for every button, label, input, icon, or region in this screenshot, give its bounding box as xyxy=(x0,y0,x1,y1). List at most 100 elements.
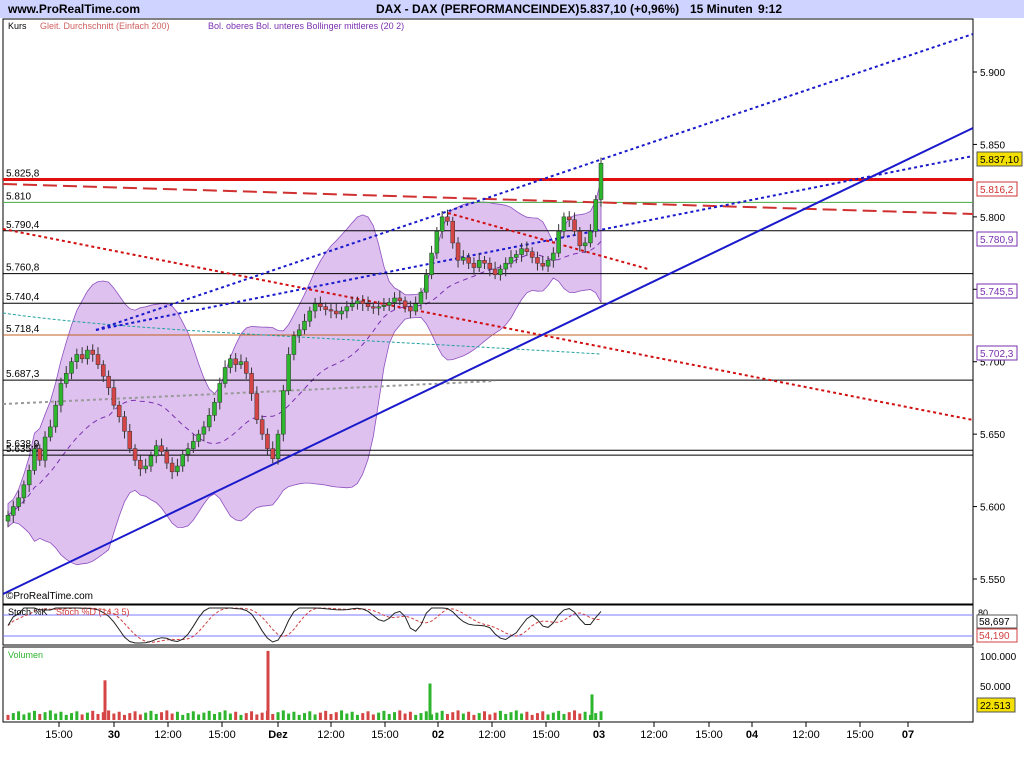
candle-body xyxy=(340,311,344,314)
candle-body xyxy=(128,431,132,448)
volume-bar xyxy=(499,711,502,720)
volume-bar xyxy=(245,713,248,720)
candle-body xyxy=(80,354,84,358)
volume-bar xyxy=(600,711,603,720)
volume-bar xyxy=(224,710,227,720)
candle-body xyxy=(419,292,423,304)
volume-bar xyxy=(44,712,47,720)
time-tick-label: 30 xyxy=(108,729,120,741)
candle-body xyxy=(588,231,592,243)
candle-body xyxy=(165,452,169,464)
volume-bar xyxy=(568,712,571,720)
value-box-last: 5.837,10 xyxy=(977,152,1022,166)
candle-body xyxy=(281,391,285,434)
volume-bar xyxy=(345,714,348,720)
candle-body xyxy=(212,402,216,415)
candle-body xyxy=(70,362,74,374)
volume-bar xyxy=(356,715,359,720)
candle-body xyxy=(22,485,26,498)
candle-body xyxy=(313,304,317,311)
candle-body xyxy=(514,255,518,258)
candle-body xyxy=(234,359,238,365)
candle-body xyxy=(271,449,275,459)
volume-bar xyxy=(483,711,486,720)
volume-bar xyxy=(509,712,512,720)
candle-body xyxy=(64,373,68,383)
volume-bar xyxy=(292,712,295,720)
volume-bar xyxy=(335,712,338,720)
volume-bar xyxy=(160,712,163,720)
svg-text:5.816,2: 5.816,2 xyxy=(980,185,1014,196)
candle-body xyxy=(75,354,79,361)
candle-body xyxy=(509,257,513,263)
volume-bar xyxy=(419,713,422,720)
volume-bar xyxy=(451,712,454,720)
bollinger-legend: Bol. oberes Bol. unteres Bollinger mittl… xyxy=(208,21,404,31)
volume-bar xyxy=(181,715,184,720)
volume-bar xyxy=(435,713,438,720)
volume-bar xyxy=(192,711,195,720)
volume-bar xyxy=(351,712,354,720)
candle-body xyxy=(535,257,539,263)
svg-text:54,190: 54,190 xyxy=(979,631,1010,642)
candle-body xyxy=(440,217,444,231)
volume-bar xyxy=(303,713,306,720)
time-tick-label: 15:00 xyxy=(532,729,560,741)
candle-body xyxy=(43,437,47,460)
candle-body xyxy=(451,221,455,243)
volume-spike-bar xyxy=(267,651,270,720)
candle-body xyxy=(361,301,365,304)
stoch-label-d: Stoch %D (14 3 5) xyxy=(56,607,130,617)
level-label: 5.825,8 xyxy=(6,168,40,179)
time-axis: 15:003012:0015:00Dez12:0015:000212:0015:… xyxy=(45,722,914,741)
candle-body xyxy=(477,260,481,267)
chart-title: DAX - DAX (PERFORMANCEINDEX) xyxy=(376,2,579,16)
volume-bar xyxy=(255,714,258,720)
time-tick-label: 03 xyxy=(593,729,605,741)
volume-bar xyxy=(171,714,174,720)
candle-body xyxy=(308,311,312,321)
volume-bar xyxy=(97,714,100,720)
candle-body xyxy=(218,383,222,402)
price-axis: 5.9005.8505.8005.7505.7005.6505.6005.550 xyxy=(973,68,1005,586)
volume-bar xyxy=(144,713,147,720)
volume-bar xyxy=(112,714,115,720)
level-label: 5.790,4 xyxy=(6,220,40,231)
volume-bar xyxy=(28,713,31,720)
volume-bar xyxy=(229,714,232,720)
candle-body xyxy=(488,263,492,269)
candle-body xyxy=(244,362,248,374)
candle-body xyxy=(149,456,153,466)
candle-body xyxy=(520,249,524,255)
volume-bar xyxy=(128,713,131,720)
volume-bar xyxy=(65,715,68,720)
volume-bar xyxy=(388,714,391,720)
volume-bar xyxy=(536,713,539,720)
candle-body xyxy=(424,275,428,292)
candle-body xyxy=(525,249,529,252)
volume-bar xyxy=(197,714,200,720)
candle-body xyxy=(430,253,434,275)
value-box-boll-mid: 5.745,5 xyxy=(977,284,1017,298)
volume-bar xyxy=(504,714,507,720)
volume-bar xyxy=(377,713,380,720)
candle-body xyxy=(493,269,497,275)
volume-bar xyxy=(17,711,20,720)
candle-body xyxy=(377,307,381,308)
chart-canvas: www.ProRealTime.com DAX - DAX (PERFORMAN… xyxy=(0,0,1024,768)
candle-body xyxy=(32,449,36,471)
candle-body xyxy=(557,231,561,253)
candle-body xyxy=(567,217,571,220)
volume-bar xyxy=(59,712,62,720)
price-tick-label: 5.550 xyxy=(980,575,1005,586)
candle-body xyxy=(17,498,21,507)
candle-body xyxy=(287,354,291,390)
volume-tick-50k: 50.000 xyxy=(980,682,1011,693)
candle-body xyxy=(382,305,386,306)
candle-body xyxy=(260,420,264,434)
volume-bar xyxy=(149,711,152,720)
volume-bar xyxy=(282,710,285,720)
candle-body xyxy=(541,263,545,266)
site-name: www.ProRealTime.com xyxy=(7,2,140,16)
volume-bar xyxy=(457,710,460,720)
